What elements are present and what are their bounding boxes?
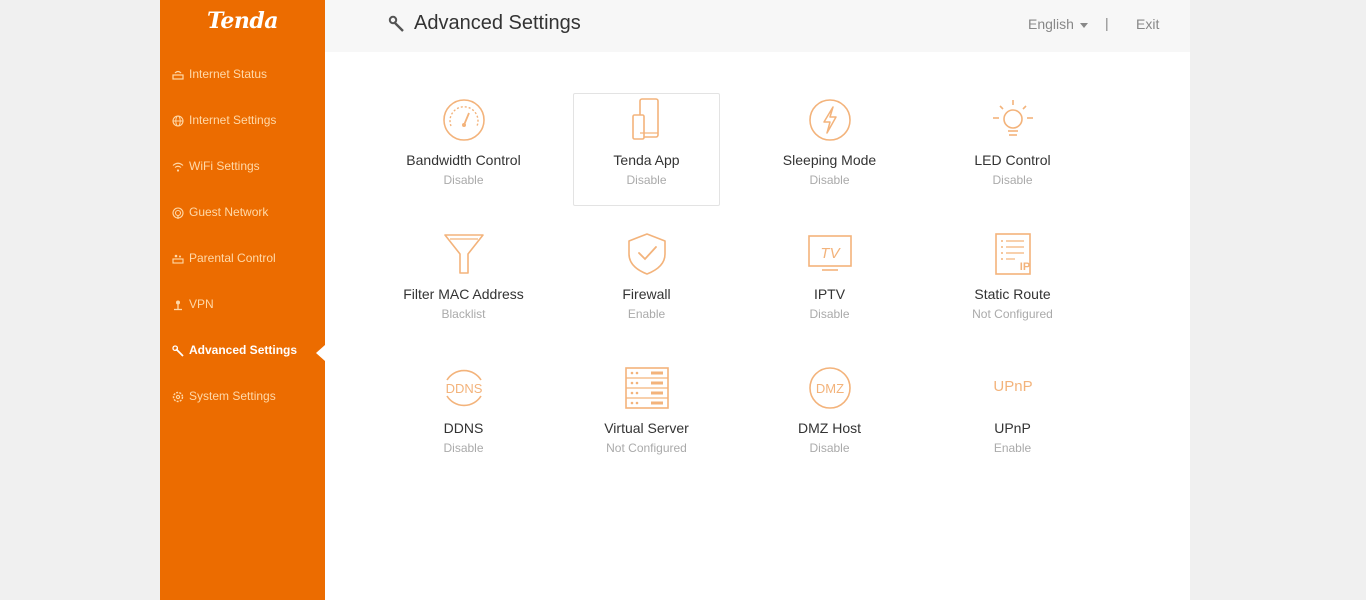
tile-name: Firewall xyxy=(622,286,671,302)
tile-status: Disable xyxy=(992,173,1033,187)
sidebar-item-internet-status[interactable]: Internet Status xyxy=(160,63,325,87)
speedometer-icon xyxy=(442,99,485,141)
tile-name: Filter MAC Address xyxy=(403,286,524,302)
upnp-icon-text: UPnP xyxy=(993,378,1032,395)
tile-name: UPnP xyxy=(994,420,1031,436)
tile-firewall[interactable]: Firewall Enable xyxy=(573,228,720,341)
tile-sleeping-mode[interactable]: Sleeping Mode Disable xyxy=(756,94,903,207)
dmz-icon-text: DMZ xyxy=(815,381,843,396)
tile-name: DMZ Host xyxy=(798,420,861,436)
gear-icon xyxy=(172,391,184,403)
tv-icon-text: TV xyxy=(820,245,841,262)
tile-iptv[interactable]: TV IPTV Disable xyxy=(756,228,903,341)
header-separator: | xyxy=(1105,15,1109,31)
parental-control-icon xyxy=(172,254,184,264)
upnp-icon: UPnP xyxy=(993,378,1032,395)
sidebar-item-advanced-settings[interactable]: Advanced Settings xyxy=(160,339,325,363)
sidebar-item-vpn[interactable]: VPN xyxy=(160,293,325,317)
lightbulb-icon xyxy=(992,100,1033,136)
tile-name: Bandwidth Control xyxy=(406,152,521,168)
filter-icon xyxy=(443,234,484,274)
wrench-icon xyxy=(172,345,184,357)
exit-link[interactable]: Exit xyxy=(1136,16,1159,32)
tile-status: Blacklist xyxy=(441,307,486,321)
sidebar-item-label: Internet Settings xyxy=(189,113,277,127)
tile-status: Disable xyxy=(443,173,484,187)
sidebar: Tenda Internet Status Internet Settings … xyxy=(160,0,325,600)
tile-status: Not Configured xyxy=(606,441,687,455)
dmz-icon: DMZ xyxy=(808,367,851,409)
sidebar-item-system-settings[interactable]: System Settings xyxy=(160,385,325,409)
tile-filter-mac-address[interactable]: Filter MAC Address Blacklist xyxy=(390,228,537,341)
tile-name: DDNS xyxy=(443,420,484,436)
ip-icon-text: IP xyxy=(1019,261,1029,273)
tile-name: Tenda App xyxy=(613,152,680,168)
tile-tenda-app[interactable]: Tenda App Disable xyxy=(573,93,720,206)
wrench-icon xyxy=(388,15,404,32)
tile-virtual-server[interactable]: Virtual Server Not Configured xyxy=(573,362,720,475)
tile-ddns[interactable]: DDNS DDNS Disable xyxy=(390,362,537,475)
header: Advanced Settings English | Exit xyxy=(325,0,1190,52)
tile-name: Virtual Server xyxy=(604,420,689,436)
sidebar-item-internet-settings[interactable]: Internet Settings xyxy=(160,109,325,133)
server-icon xyxy=(624,367,669,409)
tile-status: Disable xyxy=(626,173,667,187)
tile-status: Disable xyxy=(809,307,850,321)
active-indicator xyxy=(316,345,325,361)
tile-led-control[interactable]: LED Control Disable xyxy=(939,94,1086,207)
page-scrollbar[interactable] xyxy=(1349,0,1366,600)
guest-wifi-icon xyxy=(172,207,184,219)
tile-upnp[interactable]: UPnP UPnP Enable xyxy=(939,362,1086,475)
tile-name: Static Route xyxy=(974,286,1051,302)
vpn-icon xyxy=(174,300,182,311)
tile-status: Not Configured xyxy=(972,307,1053,321)
shield-check-icon xyxy=(627,233,666,275)
sidebar-item-label: Guest Network xyxy=(189,205,269,219)
sidebar-item-label: Advanced Settings xyxy=(189,343,298,357)
tile-name: Sleeping Mode xyxy=(782,152,877,168)
language-select[interactable]: English xyxy=(1028,16,1074,32)
sidebar-item-wifi-settings[interactable]: WiFi Settings xyxy=(160,155,325,179)
tile-status: Enable xyxy=(993,441,1032,455)
sidebar-item-guest-network[interactable]: Guest Network xyxy=(160,201,325,225)
sidebar-item-label: System Settings xyxy=(189,389,276,403)
sidebar-item-label: Internet Status xyxy=(189,67,268,81)
advanced-settings-grid: Bandwidth Control Disable Tenda App Disa… xyxy=(325,52,1190,600)
chevron-down-icon[interactable] xyxy=(1080,23,1088,28)
ddns-icon: DDNS xyxy=(445,369,482,407)
router-status-icon xyxy=(172,70,184,80)
ddns-icon-text: DDNS xyxy=(445,381,482,396)
tile-status: Disable xyxy=(443,441,484,455)
globe-icon xyxy=(172,115,184,127)
tile-dmz-host[interactable]: DMZ DMZ Host Disable xyxy=(756,362,903,475)
sidebar-item-label: WiFi Settings xyxy=(189,159,260,173)
tile-status: Enable xyxy=(627,307,666,321)
wifi-icon xyxy=(172,162,184,172)
sleep-bolt-icon xyxy=(808,99,851,141)
sidebar-item-parental-control[interactable]: Parental Control xyxy=(160,247,325,271)
tile-status: Disable xyxy=(809,441,850,455)
mobile-app-icon xyxy=(631,98,659,140)
sidebar-item-label: Parental Control xyxy=(189,251,276,265)
tile-static-route[interactable]: IP Static Route Not Configured xyxy=(939,228,1086,341)
sidebar-item-label: VPN xyxy=(189,297,214,311)
page-title: Advanced Settings xyxy=(414,12,581,34)
tile-name: LED Control xyxy=(974,152,1051,168)
tv-icon: TV xyxy=(807,235,852,271)
tile-bandwidth-control[interactable]: Bandwidth Control Disable xyxy=(390,94,537,207)
tile-name: IPTV xyxy=(813,286,846,302)
tile-status: Disable xyxy=(809,173,850,187)
tenda-logo: Tenda xyxy=(207,8,278,34)
route-list-icon: IP xyxy=(994,233,1031,275)
